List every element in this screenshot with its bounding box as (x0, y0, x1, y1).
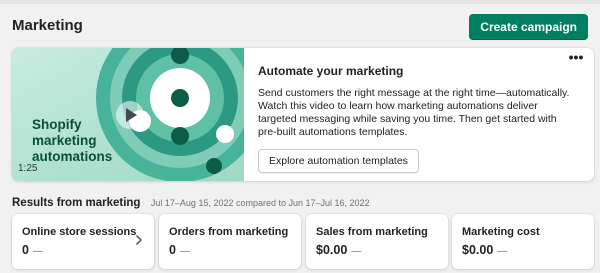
metric-trend: — (497, 246, 508, 257)
metric-card-sessions[interactable]: Online store sessions 0— (12, 214, 154, 269)
metric-label: Online store sessions (22, 226, 137, 238)
marketing-page: Marketing Create campaign Shopify market… (0, 0, 600, 273)
metric-label: Marketing cost (462, 226, 540, 238)
metric-trend: — (351, 246, 362, 257)
metrics-row: Online store sessions 0— Orders from mar… (12, 214, 594, 269)
video-duration: 1:25 (18, 163, 38, 174)
metric-value: 0— (169, 243, 190, 257)
results-header: Results from marketing Jul 17–Aug 15, 20… (12, 193, 370, 209)
metric-card-cost[interactable]: Marketing cost $0.00— (452, 214, 594, 269)
metric-trend: — (179, 246, 190, 257)
promo-title: Automate your marketing (258, 64, 404, 78)
metric-trend: — (32, 246, 43, 257)
metric-card-orders[interactable]: Orders from marketing 0— (159, 214, 301, 269)
metric-label: Orders from marketing (169, 226, 289, 238)
metric-card-sales[interactable]: Sales from marketing $0.00— (306, 214, 448, 269)
automation-promo-card: Shopify marketing automations 1:25 ••• A… (12, 48, 594, 181)
metric-label: Sales from marketing (316, 226, 428, 238)
promo-description: Send customers the right message at the … (258, 87, 570, 138)
metric-value: 0— (22, 243, 43, 257)
create-campaign-button[interactable]: Create campaign (469, 14, 588, 40)
date-range: Jul 17–Aug 15, 2022 compared to Jun 17–J… (150, 198, 370, 208)
chevron-right-icon[interactable] (134, 234, 144, 246)
results-title: Results from marketing (12, 197, 141, 209)
page-header: Marketing Create campaign (12, 14, 590, 40)
promo-content: Automate your marketing Send customers t… (258, 64, 582, 173)
explore-templates-button[interactable]: Explore automation templates (258, 149, 419, 173)
page-title: Marketing (12, 17, 83, 34)
top-divider (0, 0, 600, 4)
metric-value: $0.00— (462, 243, 508, 257)
metric-value: $0.00— (316, 243, 362, 257)
video-title: Shopify marketing automations (32, 117, 113, 164)
video-thumbnail[interactable]: Shopify marketing automations 1:25 (12, 48, 244, 181)
